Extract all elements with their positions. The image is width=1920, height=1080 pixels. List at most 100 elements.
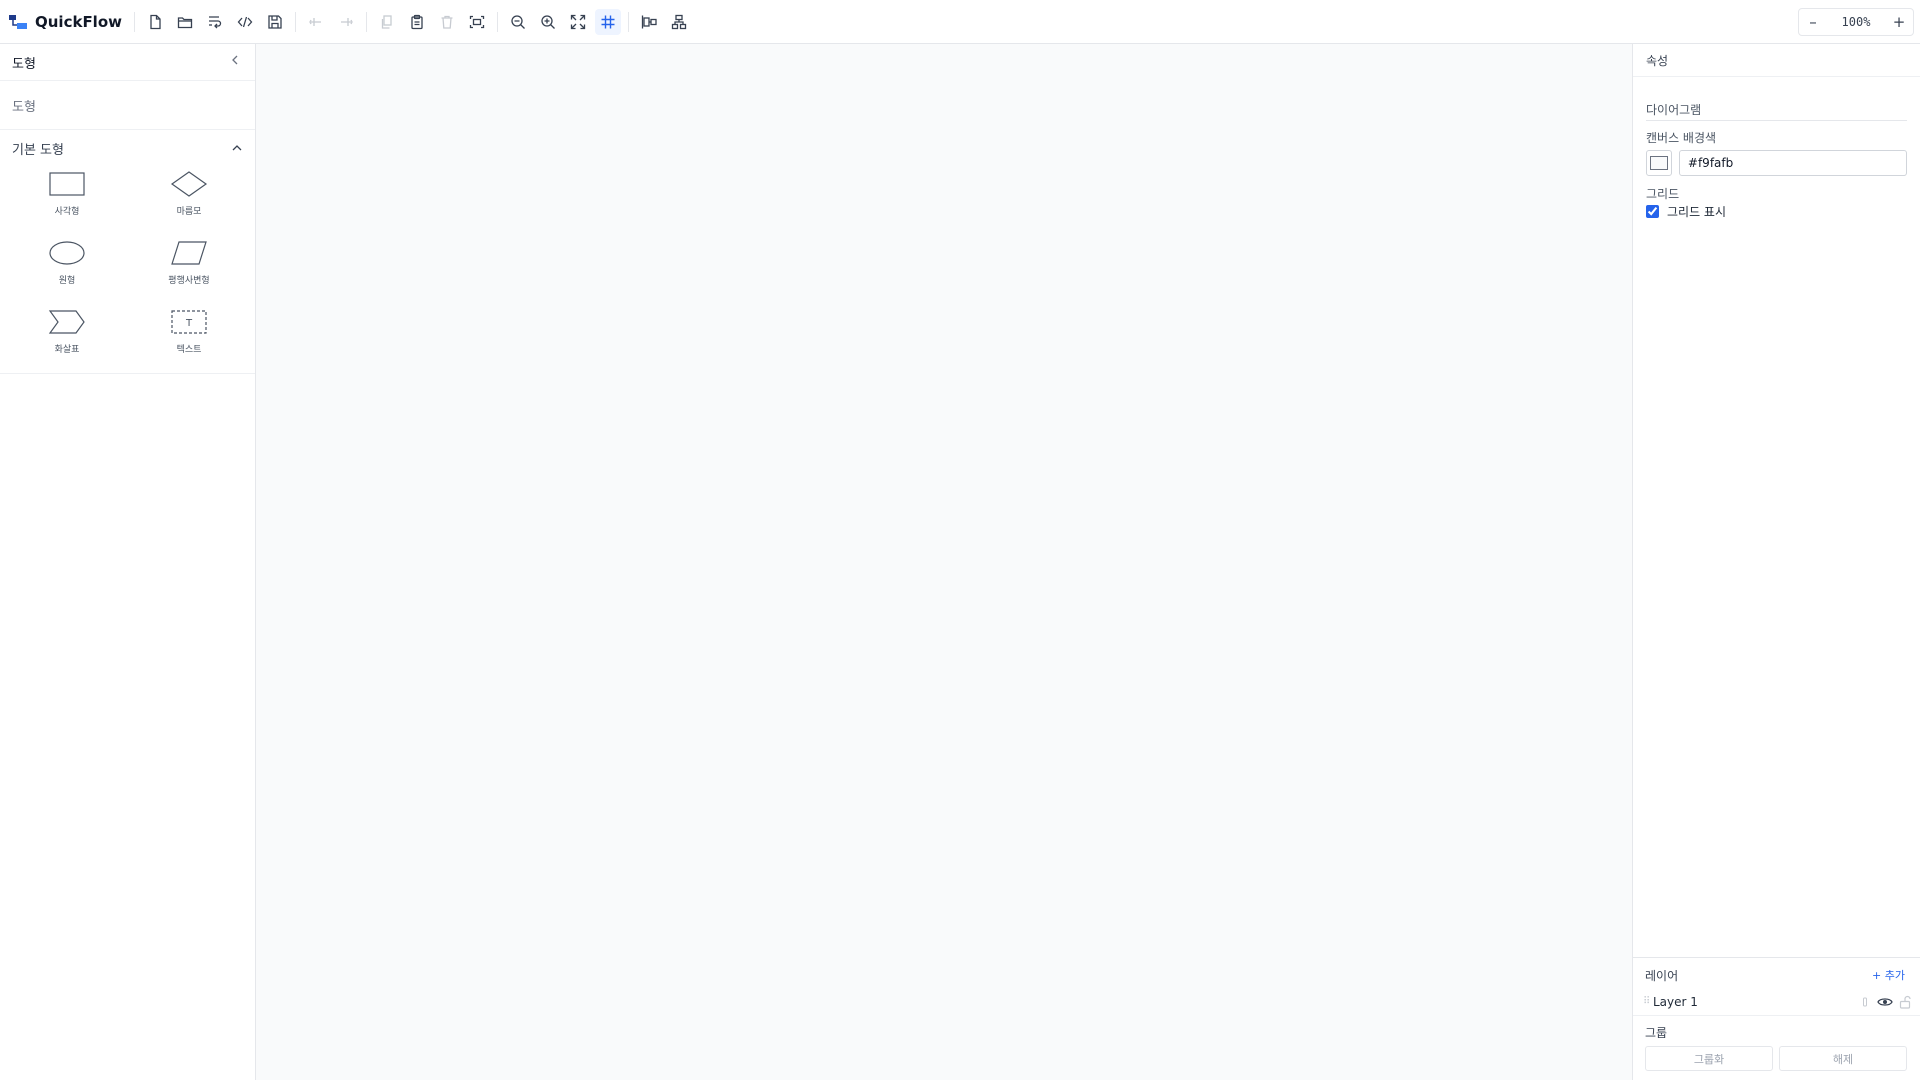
auto-layout-button[interactable]: [666, 9, 692, 35]
diagram-properties: 다이어그램 캔버스 배경색 그리드 그리드 표시: [1633, 101, 1920, 220]
auto-layout-icon: [671, 14, 687, 29]
fit-screen-icon: [570, 14, 586, 29]
layers-header: 레이어 + 추가: [1633, 962, 1920, 988]
new-file-button[interactable]: [142, 9, 168, 35]
layer-lock-toggle[interactable]: [1896, 994, 1914, 1010]
grid-checkbox[interactable]: [1646, 205, 1659, 218]
grid-icon: [601, 15, 615, 28]
color-swatch-fill: [1649, 156, 1668, 170]
shape-label: 사각형: [54, 207, 80, 217]
layers-title: 레이어: [1645, 968, 1679, 983]
grid-checkbox-label: 그리드 표시: [1667, 205, 1727, 219]
shape-grid: 사각형 마름모 원형 평행사변형 화살표 T 텍스트: [0, 164, 255, 374]
diagram-section-title: 다이어그램: [1646, 101, 1907, 121]
grid-toggle-button[interactable]: [595, 8, 621, 35]
quickflow-logo-icon: [9, 14, 29, 30]
import-button[interactable]: [202, 9, 228, 35]
group-section-title: 그룹: [1645, 1026, 1668, 1040]
properties-panel: 속성 다이어그램 캔버스 배경색 그리드 그리드 표시 레이어 + 추가 ⠿ L…: [1632, 44, 1920, 1080]
zoom-in-icon: [541, 14, 555, 29]
align-icon: [641, 15, 657, 28]
brand: QuickFlow: [0, 0, 122, 44]
shape-label: 평행사변형: [168, 276, 210, 286]
select-all-button[interactable]: [464, 9, 490, 35]
toolbar-divider: [295, 11, 296, 32]
arrow-shape-icon: [48, 310, 85, 334]
ellipse-icon: [49, 241, 85, 265]
open-button[interactable]: [172, 9, 198, 35]
fit-screen-button[interactable]: [565, 9, 591, 35]
shape-category-header[interactable]: 기본 도형: [0, 132, 255, 164]
new-file-icon: [150, 14, 161, 29]
code-icon: [237, 16, 253, 27]
zoom-minus-button[interactable]: –: [1805, 13, 1821, 31]
diamond-icon: [170, 171, 208, 197]
layer-name: Layer 1: [1653, 994, 1698, 1009]
align-button[interactable]: [636, 9, 662, 35]
delete-button[interactable]: [434, 9, 460, 35]
zoom-plus-button[interactable]: +: [1891, 13, 1907, 31]
zoom-out-icon: [511, 14, 525, 29]
properties-panel-title: 속성: [1633, 44, 1920, 77]
top-toolbar: QuickFlow – 100% +: [0, 0, 1920, 44]
shapes-panel-title: 도형: [12, 56, 36, 72]
layer-row[interactable]: ⠿ Layer 1: [1633, 988, 1920, 1016]
small-bar-icon: [1863, 997, 1867, 1006]
text-shape-icon: T: [171, 310, 207, 334]
chevron-up-icon: [232, 145, 242, 151]
select-all-icon: [469, 15, 485, 28]
unlock-icon: [1899, 995, 1911, 1009]
zoom-in-button[interactable]: [535, 9, 561, 35]
layer-lock-indicator: [1856, 994, 1874, 1010]
shape-text[interactable]: T 텍스트: [128, 306, 250, 363]
group-button[interactable]: 그룹화: [1645, 1046, 1773, 1071]
app-title: QuickFlow: [35, 12, 122, 31]
undo-button[interactable]: [303, 9, 329, 35]
shapes-panel: 도형 도형 기본 도형 사각형 마름모 원형 평행사변형 화살표 T 텍스트: [0, 44, 256, 1080]
shape-diamond[interactable]: 마름모: [128, 168, 250, 225]
grid-toggle-row: 그리드 표시: [1646, 203, 1907, 220]
shape-category-title: 기본 도형: [12, 142, 64, 158]
add-layer-button[interactable]: + 추가: [1872, 967, 1905, 983]
toolbar-divider: [497, 11, 498, 32]
canvas-bg-input[interactable]: [1678, 150, 1907, 176]
canvas-bg-label: 캔버스 배경색: [1646, 131, 1717, 145]
copy-button[interactable]: [374, 9, 400, 35]
shape-ellipse[interactable]: 원형: [6, 237, 128, 294]
drag-handle-icon[interactable]: ⠿: [1643, 996, 1653, 1007]
import-icon: [209, 15, 222, 28]
shape-search-input[interactable]: 도형: [0, 81, 255, 130]
layer-visibility-toggle[interactable]: [1876, 994, 1894, 1010]
shape-label: 텍스트: [176, 345, 202, 355]
grid-label: 그리드: [1646, 187, 1680, 201]
canvas-bg-swatch[interactable]: [1646, 150, 1672, 176]
collapse-panel-button[interactable]: [229, 54, 241, 70]
ungroup-button[interactable]: 해제: [1779, 1046, 1907, 1071]
save-button[interactable]: [262, 9, 288, 35]
shapes-panel-header: 도형: [0, 44, 255, 81]
toolbar-divider: [134, 11, 135, 32]
canvas-bg-row: [1646, 150, 1907, 176]
paste-button[interactable]: [404, 9, 430, 35]
diagram-canvas[interactable]: [256, 44, 1632, 1080]
toolbar-divider: [628, 11, 629, 32]
copy-icon: [381, 14, 392, 29]
zoom-out-button[interactable]: [505, 9, 531, 35]
redo-button[interactable]: [333, 9, 359, 35]
eye-icon: [1877, 997, 1893, 1006]
save-icon: [268, 14, 282, 29]
undo-icon: [309, 17, 321, 26]
zoom-control: – 100% +: [1798, 8, 1914, 36]
shape-parallelogram[interactable]: 평행사변형: [128, 237, 250, 294]
shape-label: 화살표: [54, 345, 80, 355]
svg-text:T: T: [185, 318, 193, 329]
redo-icon: [341, 17, 353, 26]
code-button[interactable]: [232, 9, 258, 35]
shape-label: 원형: [58, 276, 76, 286]
shape-arrow[interactable]: 화살표: [6, 306, 128, 363]
parallelogram-icon: [171, 241, 207, 265]
shape-label: 마름모: [176, 207, 202, 217]
zoom-level[interactable]: 100%: [1842, 15, 1871, 29]
rectangle-icon: [49, 172, 85, 196]
shape-rectangle[interactable]: 사각형: [6, 168, 128, 225]
